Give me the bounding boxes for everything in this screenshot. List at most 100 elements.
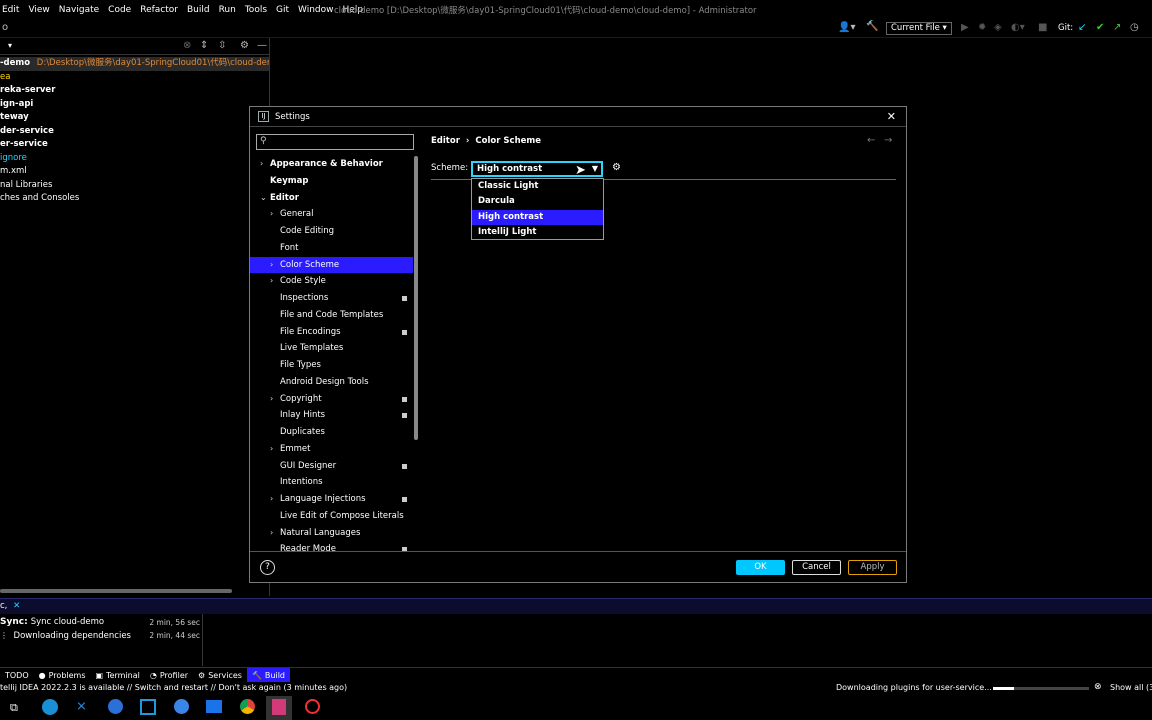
settings-tree-item[interactable]: › Emmet	[250, 441, 413, 458]
edge-browser-icon[interactable]	[42, 699, 58, 715]
background-task-text[interactable]: Downloading plugins for user-service...	[836, 683, 992, 692]
toolwindow-build[interactable]: 🔨 Build	[246, 668, 290, 682]
project-root[interactable]: -demo D:\Desktop\微服务\day01-SpringCloud01…	[0, 57, 269, 71]
vscode-icon[interactable]: ⨯	[76, 699, 87, 714]
settings-tree-item[interactable]: › Code Style	[250, 273, 413, 290]
settings-tree-item[interactable]: Inspections	[250, 290, 413, 307]
menu-navigate[interactable]: Navigate	[59, 5, 99, 15]
settings-tree-item[interactable]: › Color Scheme	[250, 256, 413, 274]
settings-tree-item[interactable]: File and Code Templates	[250, 307, 413, 324]
app-k-icon[interactable]	[108, 699, 123, 714]
settings-tree-item[interactable]: Keymap	[250, 173, 413, 190]
settings-tree-item[interactable]: File Encodings	[250, 324, 413, 341]
profile-icon[interactable]: ◐▾	[1011, 22, 1025, 33]
back-icon[interactable]: ←	[867, 135, 875, 146]
menu-tools[interactable]: Tools	[245, 5, 267, 15]
settings-tree-item[interactable]: › Appearance & Behavior	[250, 156, 413, 173]
app-mountain-icon[interactable]	[206, 700, 222, 713]
settings-tree-item[interactable]: Code Editing	[250, 223, 413, 240]
cancel-task-icon[interactable]: ⊗	[1094, 682, 1102, 692]
project-tree-item[interactable]: ignore	[0, 152, 269, 166]
settings-tree-item[interactable]: GUI Designer	[250, 458, 413, 475]
chrome-icon[interactable]	[240, 699, 255, 714]
git-push-icon[interactable]: ↗	[1113, 22, 1121, 33]
debug-icon[interactable]: ✹	[978, 22, 986, 33]
menu-build[interactable]: Build	[187, 5, 210, 15]
apply-button[interactable]: Apply	[848, 560, 897, 575]
settings-tree-item[interactable]: Live Templates	[250, 340, 413, 357]
recorder-icon[interactable]	[305, 699, 320, 714]
toolwindow-problems[interactable]: ● Problems	[34, 668, 91, 682]
app-bird-icon[interactable]	[174, 699, 189, 714]
gear-icon[interactable]: ⚙	[240, 40, 249, 51]
project-tree-item[interactable]: ign-api	[0, 98, 269, 112]
run-icon[interactable]: ▶	[961, 22, 969, 33]
project-tree-item[interactable]: teway	[0, 111, 269, 125]
git-commit-icon[interactable]: ✔	[1096, 22, 1104, 33]
panel-dropdown-icon[interactable]: ▾	[8, 41, 12, 50]
scheme-option[interactable]: IntelliJ Light	[472, 225, 603, 240]
intellij-taskbar-icon[interactable]	[272, 699, 286, 715]
project-tree-item[interactable]: reka-server	[0, 84, 269, 98]
menu-code[interactable]: Code	[108, 5, 131, 15]
horizontal-scrollbar[interactable]	[0, 589, 232, 593]
settings-tree-item[interactable]: › General	[250, 206, 413, 223]
toolwindow-services[interactable]: ⚙ Services	[193, 668, 247, 682]
scheme-option[interactable]: Darcula	[472, 194, 603, 209]
chevron-right-icon[interactable]: ›	[270, 257, 273, 274]
menu-view[interactable]: View	[28, 5, 49, 15]
minimize-icon[interactable]: —	[257, 40, 267, 51]
run-configuration-select[interactable]: Current File ▾	[886, 22, 952, 35]
settings-tree-item[interactable]: › Natural Languages	[250, 525, 413, 542]
menu-run[interactable]: Run	[219, 5, 236, 15]
chevron-right-icon[interactable]: ›	[270, 491, 273, 508]
settings-tree-item[interactable]: Duplicates	[250, 424, 413, 441]
menu-window[interactable]: Window	[298, 5, 334, 15]
build-row[interactable]: Sync: Sync cloud-demo 2 min, 56 sec	[0, 616, 202, 629]
chevron-right-icon[interactable]: ›	[260, 156, 263, 173]
build-hammer-icon[interactable]: 🔨	[866, 21, 878, 32]
menu-refactor[interactable]: Refactor	[140, 5, 178, 15]
settings-search-input[interactable]: ⚲	[256, 134, 414, 150]
history-icon[interactable]: ◷	[1130, 22, 1139, 33]
settings-tree-item[interactable]: Reader Mode	[250, 541, 413, 551]
coverage-icon[interactable]: ◈	[994, 22, 1002, 33]
toolwindow-profiler[interactable]: ◔ Profiler	[145, 668, 193, 682]
chevron-down-icon[interactable]: ⌄	[260, 190, 267, 207]
project-tree-item[interactable]: m.xml	[0, 165, 269, 179]
build-row[interactable]: ⋮ Downloading dependencies 2 min, 44 sec	[0, 629, 202, 642]
update-notice[interactable]: tellij IDEA 2022.2.3 is available // Swi…	[0, 683, 347, 692]
locate-icon[interactable]: ⊗	[183, 40, 191, 51]
settings-tree-item[interactable]: File Types	[250, 357, 413, 374]
show-all-link[interactable]: Show all (3	[1110, 683, 1152, 692]
chevron-right-icon[interactable]: ›	[270, 391, 273, 408]
stop-icon[interactable]: ■	[1038, 22, 1047, 33]
chevron-right-icon[interactable]: ›	[270, 273, 273, 290]
settings-tree-item[interactable]: ⌄ Editor	[250, 190, 413, 207]
git-update-icon[interactable]: ↙	[1078, 22, 1086, 33]
project-tree-item[interactable]: ches and Consoles	[0, 192, 269, 206]
tree-scrollbar[interactable]	[414, 156, 418, 440]
toolwindow-todo[interactable]: TODO	[0, 668, 34, 682]
settings-tree-item[interactable]: › Language Injections	[250, 491, 413, 508]
project-tree-item[interactable]: nal Libraries	[0, 179, 269, 193]
chevron-right-icon[interactable]: ›	[270, 206, 273, 223]
chevron-right-icon[interactable]: ›	[270, 441, 273, 458]
settings-tree-item[interactable]: Font	[250, 240, 413, 257]
settings-tree-item[interactable]: Live Edit of Compose Literals	[250, 508, 413, 525]
window-app-icon[interactable]	[140, 699, 156, 715]
project-tree-item[interactable]: der-service	[0, 125, 269, 139]
user-icon[interactable]: 👤▾	[838, 22, 855, 33]
ok-button[interactable]: OK	[736, 560, 785, 575]
menu-edit[interactable]: Edit	[2, 5, 19, 15]
breadcrumb-parent[interactable]: Editor	[431, 136, 460, 146]
menu-git[interactable]: Git	[276, 5, 289, 15]
expand-all-icon[interactable]: ⇕	[200, 40, 208, 51]
close-icon[interactable]: ✕	[887, 110, 896, 123]
task-view-icon[interactable]: ⧉	[10, 701, 18, 715]
scheme-gear-icon[interactable]: ⚙	[612, 162, 621, 173]
settings-tree-item[interactable]: › Copyright	[250, 391, 413, 408]
settings-tree-item[interactable]: Android Design Tools	[250, 374, 413, 391]
close-tab-icon[interactable]: ✕	[13, 601, 20, 611]
build-tab[interactable]: c, ✕	[0, 601, 20, 611]
